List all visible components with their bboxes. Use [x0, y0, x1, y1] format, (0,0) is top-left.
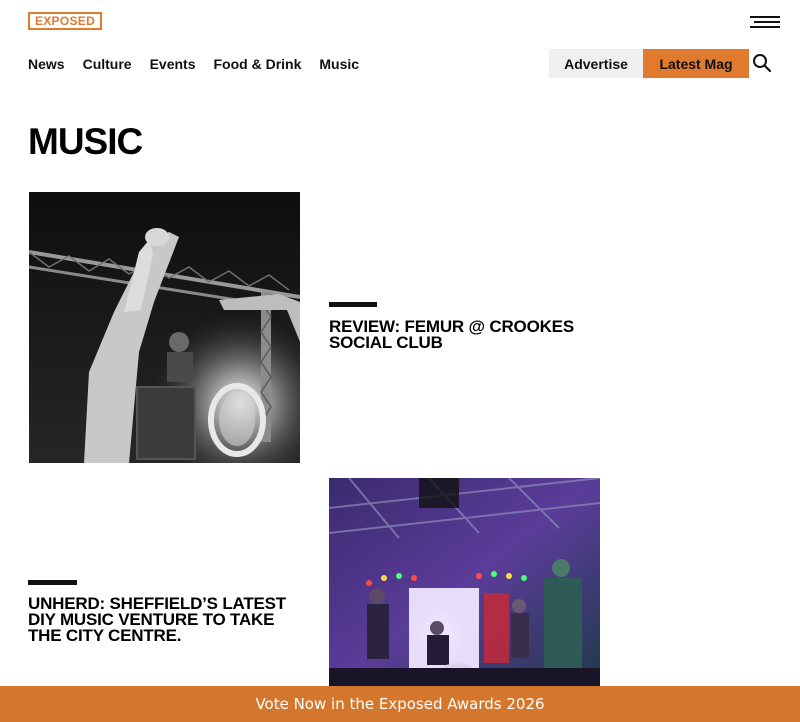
article-image-unherd[interactable] [329, 478, 600, 688]
main-nav: News Culture Events Food & Drink Music [28, 55, 359, 73]
nav-item-music[interactable]: Music [319, 55, 359, 73]
article-accent-bar [28, 580, 77, 585]
latest-mag-button[interactable]: Latest Mag [643, 49, 749, 78]
nav-item-news[interactable]: News [28, 55, 65, 73]
awards-vote-banner[interactable]: Vote Now in the Exposed Awards 2026 [0, 686, 800, 722]
article-accent-bar [329, 302, 377, 307]
nav-item-culture[interactable]: Culture [83, 55, 132, 73]
site-logo[interactable]: EXPOSED [28, 12, 102, 30]
article-headline[interactable]: UNHERD: SHEFFIELD’S LATEST DIY MUSIC VEN… [28, 595, 308, 644]
hamburger-menu-icon[interactable] [748, 14, 780, 32]
nav-item-food-drink[interactable]: Food & Drink [214, 55, 302, 73]
article-image-femur-review[interactable] [29, 192, 300, 463]
nav-item-events[interactable]: Events [150, 55, 196, 73]
advertise-button[interactable]: Advertise [549, 49, 643, 78]
page-title: MUSIC [28, 121, 143, 162]
search-icon[interactable] [752, 53, 772, 73]
article-headline[interactable]: REVIEW: FEMUR @ CROOKES SOCIAL CLUB [329, 318, 629, 351]
